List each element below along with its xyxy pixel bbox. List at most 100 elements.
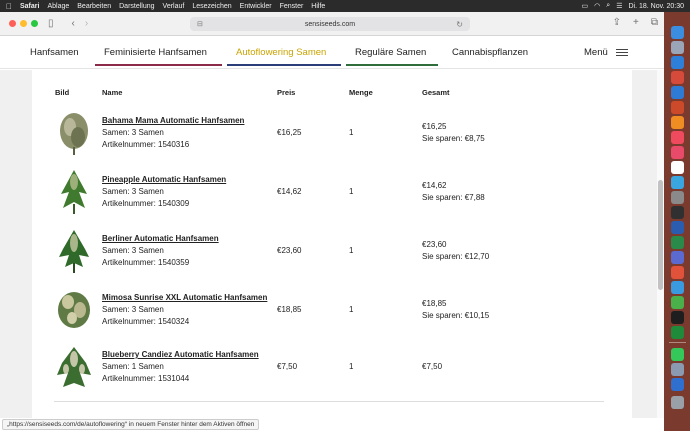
menu-lesezeichen[interactable]: Lesezeichen [192, 3, 231, 10]
close-window-button[interactable] [9, 20, 16, 27]
app-menu-safari[interactable]: Safari [20, 3, 39, 10]
menu-ablage[interactable]: Ablage [47, 3, 69, 10]
photos-icon[interactable] [671, 266, 684, 279]
music-icon[interactable] [671, 131, 684, 144]
product-savings: Sie sparen: €8,75 [422, 134, 485, 143]
search-icon[interactable]: ⌕ [606, 2, 610, 10]
header-bild: Bild [55, 88, 70, 97]
wifi-icon[interactable]: ◠ [594, 2, 600, 10]
menu-verlauf[interactable]: Verlauf [163, 3, 185, 10]
product-quantity: 1 [349, 362, 354, 371]
nav-underline-regular [346, 64, 438, 66]
sidebar-toggle-icon[interactable]: ▯ [48, 18, 54, 29]
product-seeds: Samen: 1 Samen [102, 362, 164, 371]
reload-icon[interactable]: ↻ [456, 20, 463, 29]
nav-feminisierte-hanfsamen[interactable]: Feminisierte Hanfsamen [104, 47, 207, 58]
product-price: €23,60 [277, 246, 302, 255]
product-total: €7,50 [422, 362, 443, 371]
safari-icon[interactable] [671, 56, 684, 69]
menu-hilfe[interactable]: Hilfe [311, 3, 325, 10]
trash-icon[interactable] [671, 396, 684, 409]
product-savings: Sie sparen: €12,70 [422, 252, 490, 261]
product-price: €14,62 [277, 187, 302, 196]
hamburger-icon[interactable] [616, 49, 628, 58]
menu-bearbeiten[interactable]: Bearbeiten [77, 3, 111, 10]
product-image[interactable] [55, 227, 93, 273]
powerpoint-icon[interactable] [671, 101, 684, 114]
product-price: €16,25 [277, 128, 302, 137]
forward-icon[interactable]: › [85, 18, 88, 29]
books-icon[interactable] [671, 116, 684, 129]
product-total: €18,85 [422, 299, 447, 308]
chrome-icon[interactable] [671, 71, 684, 84]
outlook-icon[interactable] [671, 86, 684, 99]
browser-toolbar: ▯ ‹ › ⊟ sensiseeds.com ↻ ⇪ + ⧉ [0, 12, 664, 36]
product-name-link[interactable]: Berliner Automatic Hanfsamen [102, 234, 219, 243]
macos-menu-bar:  Safari Ablage Bearbeiten Darstellung V… [0, 0, 690, 12]
word-icon[interactable] [671, 221, 684, 234]
nav-autoflowering-samen[interactable]: Autoflowering Samen [236, 47, 326, 58]
address-bar[interactable]: ⊟ sensiseeds.com ↻ [190, 17, 470, 31]
product-total: €23,60 [422, 240, 447, 249]
spotify-icon[interactable] [671, 311, 684, 324]
system-settings-icon[interactable] [671, 191, 684, 204]
launchpad-icon[interactable] [671, 41, 684, 54]
teams-icon[interactable] [671, 251, 684, 264]
product-quantity: 1 [349, 128, 354, 137]
nav-hanfsamen[interactable]: Hanfsamen [30, 47, 79, 58]
product-image[interactable] [55, 109, 93, 155]
product-name-link[interactable]: Bahama Mama Automatic Hanfsamen [102, 116, 244, 125]
product-quantity: 1 [349, 305, 354, 314]
product-image[interactable] [55, 286, 93, 332]
apple-menu-icon[interactable]:  [6, 2, 12, 11]
product-article-number: Artikelnummer: 1540316 [102, 140, 190, 149]
product-image[interactable] [55, 168, 93, 214]
menu-clock[interactable]: Di. 18. Nov. 20:30 [628, 3, 684, 10]
product-quantity: 1 [349, 187, 354, 196]
whatsapp-icon[interactable] [671, 348, 684, 361]
product-total: €14,62 [422, 181, 447, 190]
product-price: €7,50 [277, 362, 298, 371]
menu-button[interactable]: Menü [584, 47, 608, 58]
product-name-link[interactable]: Pineapple Automatic Hanfsamen [102, 175, 226, 184]
terminal-icon[interactable] [671, 206, 684, 219]
podcasts-icon[interactable] [671, 146, 684, 159]
header-menge: Menge [349, 88, 373, 97]
new-tab-icon[interactable]: + [633, 17, 639, 28]
downloads-icon[interactable] [671, 378, 684, 391]
product-seeds: Samen: 3 Samen [102, 128, 164, 137]
menu-fenster[interactable]: Fenster [280, 3, 304, 10]
product-savings: Sie sparen: €10,15 [422, 311, 490, 320]
vpn-icon[interactable] [671, 326, 684, 339]
menu-entwickler[interactable]: Entwickler [240, 3, 272, 10]
product-article-number: Artikelnummer: 1540359 [102, 258, 190, 267]
minimize-window-button[interactable] [20, 20, 27, 27]
calendar-icon[interactable] [671, 161, 684, 174]
share-icon[interactable]: ⇪ [613, 17, 621, 28]
product-image[interactable] [55, 345, 93, 391]
tab-overview-icon[interactable]: ⧉ [651, 17, 658, 28]
app-store-icon[interactable] [671, 176, 684, 189]
maps-icon[interactable] [671, 281, 684, 294]
link-status-bar: „https://sensiseeds.com/de/autoflowering… [2, 419, 260, 430]
menu-darstellung[interactable]: Darstellung [119, 3, 154, 10]
product-article-number: Artikelnummer: 1531044 [102, 374, 190, 383]
messages-icon[interactable] [671, 296, 684, 309]
battery-icon[interactable]: ▭ [582, 2, 589, 10]
excel-icon[interactable] [671, 236, 684, 249]
nav-regulaere-samen[interactable]: Reguläre Samen [355, 47, 426, 58]
product-seeds: Samen: 3 Samen [102, 305, 164, 314]
zoom-window-button[interactable] [31, 20, 38, 27]
preview-icon[interactable] [671, 363, 684, 376]
product-savings: Sie sparen: €7,88 [422, 193, 485, 202]
scrollbar-thumb[interactable] [658, 180, 663, 290]
nav-cannabispflanzen[interactable]: Cannabispflanzen [452, 47, 528, 58]
back-icon[interactable]: ‹ [72, 18, 75, 29]
page-background [0, 70, 664, 418]
page-settings-icon[interactable]: ⊟ [197, 20, 203, 28]
control-center-icon[interactable]: ☰ [616, 2, 622, 10]
dock-separator [669, 342, 686, 343]
finder-icon[interactable] [671, 26, 684, 39]
product-name-link[interactable]: Mimosa Sunrise XXL Automatic Hanfsamen [102, 293, 267, 302]
product-name-link[interactable]: Blueberry Candiez Automatic Hanfsamen [102, 350, 259, 359]
